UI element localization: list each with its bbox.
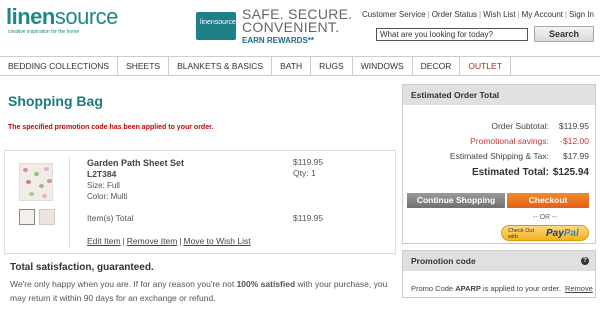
paypal-brand-pal: Pal: [563, 228, 579, 239]
nav-outlet[interactable]: OUTLET: [460, 57, 511, 75]
logo-text-source: source: [54, 4, 119, 29]
search-input[interactable]: [376, 28, 528, 41]
promotion-code-header: Promotion code ?: [403, 251, 595, 271]
checkout-button[interactable]: Checkout: [507, 193, 589, 208]
or-divider: -- OR --: [533, 214, 557, 221]
product-quantity: Qty: 1: [293, 168, 316, 178]
satisfaction-bold: 100% satisfied: [236, 279, 296, 289]
earn-rewards-link[interactable]: EARN REWARDS**: [242, 36, 352, 45]
shipping-label: Estimated Shipping & Tax:: [449, 151, 549, 161]
promo-text-b: is applied to your order.: [480, 284, 561, 293]
site-logo[interactable]: linensource creative inspiration for the…: [6, 6, 118, 36]
nav-bath[interactable]: BATH: [272, 57, 312, 75]
subtotal-label: Order Subtotal:: [491, 121, 549, 131]
savings-label: Promotional savings:: [470, 136, 549, 146]
product-thumbnail[interactable]: [19, 163, 53, 201]
product-price: $119.95: [293, 157, 324, 167]
subtotal-value: $119.95: [558, 121, 589, 131]
rewards-promo: SAFE. SECURE. CONVENIENT. EARN REWARDS**: [242, 7, 352, 45]
promo-line-2: CONVENIENT.: [242, 19, 340, 35]
promo-text-a: Promo Code: [411, 284, 456, 293]
customer-service-link[interactable]: Customer Service: [362, 10, 426, 19]
paypal-brand-pay: Pay: [546, 228, 564, 239]
product-color: Color: Multi: [87, 192, 128, 201]
product-sku: L2T384: [87, 169, 117, 179]
order-total-title: Estimated Order Total: [403, 85, 595, 105]
nav-decor[interactable]: DECOR: [413, 57, 461, 75]
product-name[interactable]: Garden Path Sheet Set: [87, 158, 184, 168]
items-total-value: $119.95: [293, 213, 324, 223]
items-total-label: Item(s) Total: [87, 213, 134, 223]
applied-promo-row: Promo Code APARP is applied to your orde…: [411, 284, 593, 293]
product-size: Size: Full: [87, 181, 120, 190]
continue-shopping-button[interactable]: Continue Shopping: [407, 193, 505, 208]
my-account-link[interactable]: My Account: [522, 10, 563, 19]
logo-tagline: creative inspiration for the home: [8, 29, 80, 35]
search-button[interactable]: Search: [534, 26, 594, 42]
paypal-check-out-text: Check Out with: [508, 228, 534, 240]
site-header: linensource creative inspiration for the…: [0, 0, 600, 52]
logo-wordmark: linensource: [6, 6, 118, 28]
logo-text-linen: linen: [6, 4, 55, 29]
nav-sheets[interactable]: SHEETS: [118, 57, 170, 75]
cart-item: Garden Path Sheet Set L2T384 Size: Full …: [4, 150, 396, 254]
page-title: Shopping Bag: [8, 93, 103, 109]
help-icon[interactable]: ?: [581, 257, 589, 265]
product-alt-thumbnail-1[interactable]: [19, 209, 35, 225]
satisfaction-text: We're only happy when you are. If for an…: [10, 277, 390, 305]
main-nav: BEDDING COLLECTIONS SHEETS BLANKETS & BA…: [0, 56, 600, 76]
paypal-logo: PayPal: [546, 228, 579, 239]
edit-item-link[interactable]: Edit Item: [87, 236, 121, 246]
nav-windows[interactable]: WINDOWS: [353, 57, 413, 75]
remove-item-link[interactable]: Remove Item: [127, 236, 178, 246]
promotion-code-title: Promotion code: [411, 256, 476, 266]
total-label: Estimated Total:: [471, 167, 549, 178]
utility-links: Customer Service | Order Status | Wish List |…: [362, 10, 594, 19]
remove-promo-link[interactable]: Remove: [565, 284, 593, 293]
nav-bedding-collections[interactable]: BEDDING COLLECTIONS: [0, 57, 119, 75]
satisfaction-text-a: We're only happy when you are. If for an…: [10, 279, 237, 289]
rewards-card-image[interactable]: linensource: [196, 12, 236, 40]
product-alt-thumbnail-2[interactable]: [39, 209, 55, 225]
savings-value: -$12.00: [560, 136, 589, 146]
wish-list-link[interactable]: Wish List: [483, 10, 515, 19]
order-total-panel: Estimated Order Total Order Subtotal: $1…: [402, 84, 596, 244]
paypal-checkout-button[interactable]: Check Out with PayPal: [501, 225, 589, 241]
item-divider: [69, 157, 70, 247]
promo-code-value: APARP: [455, 284, 481, 293]
nav-rugs[interactable]: RUGS: [311, 57, 353, 75]
move-to-wishlist-link[interactable]: Move to Wish List: [184, 236, 251, 246]
card-label: linensource: [200, 19, 236, 26]
total-value: $125.94: [552, 167, 589, 178]
sign-in-link[interactable]: Sign In: [569, 10, 594, 19]
nav-blankets-basics[interactable]: BLANKETS & BASICS: [169, 57, 273, 75]
item-actions: Edit Item | Remove Item | Move to Wish List: [87, 236, 251, 246]
promo-applied-message: The specified promotion code has been ap…: [8, 124, 214, 131]
promotion-code-panel: Promotion code ? Promo Code APARP is app…: [402, 250, 596, 298]
shipping-value: $17.99: [563, 151, 589, 161]
paypal-with-label: with: [508, 234, 518, 240]
satisfaction-title: Total satisfaction, guaranteed.: [10, 262, 154, 273]
order-status-link[interactable]: Order Status: [432, 10, 477, 19]
